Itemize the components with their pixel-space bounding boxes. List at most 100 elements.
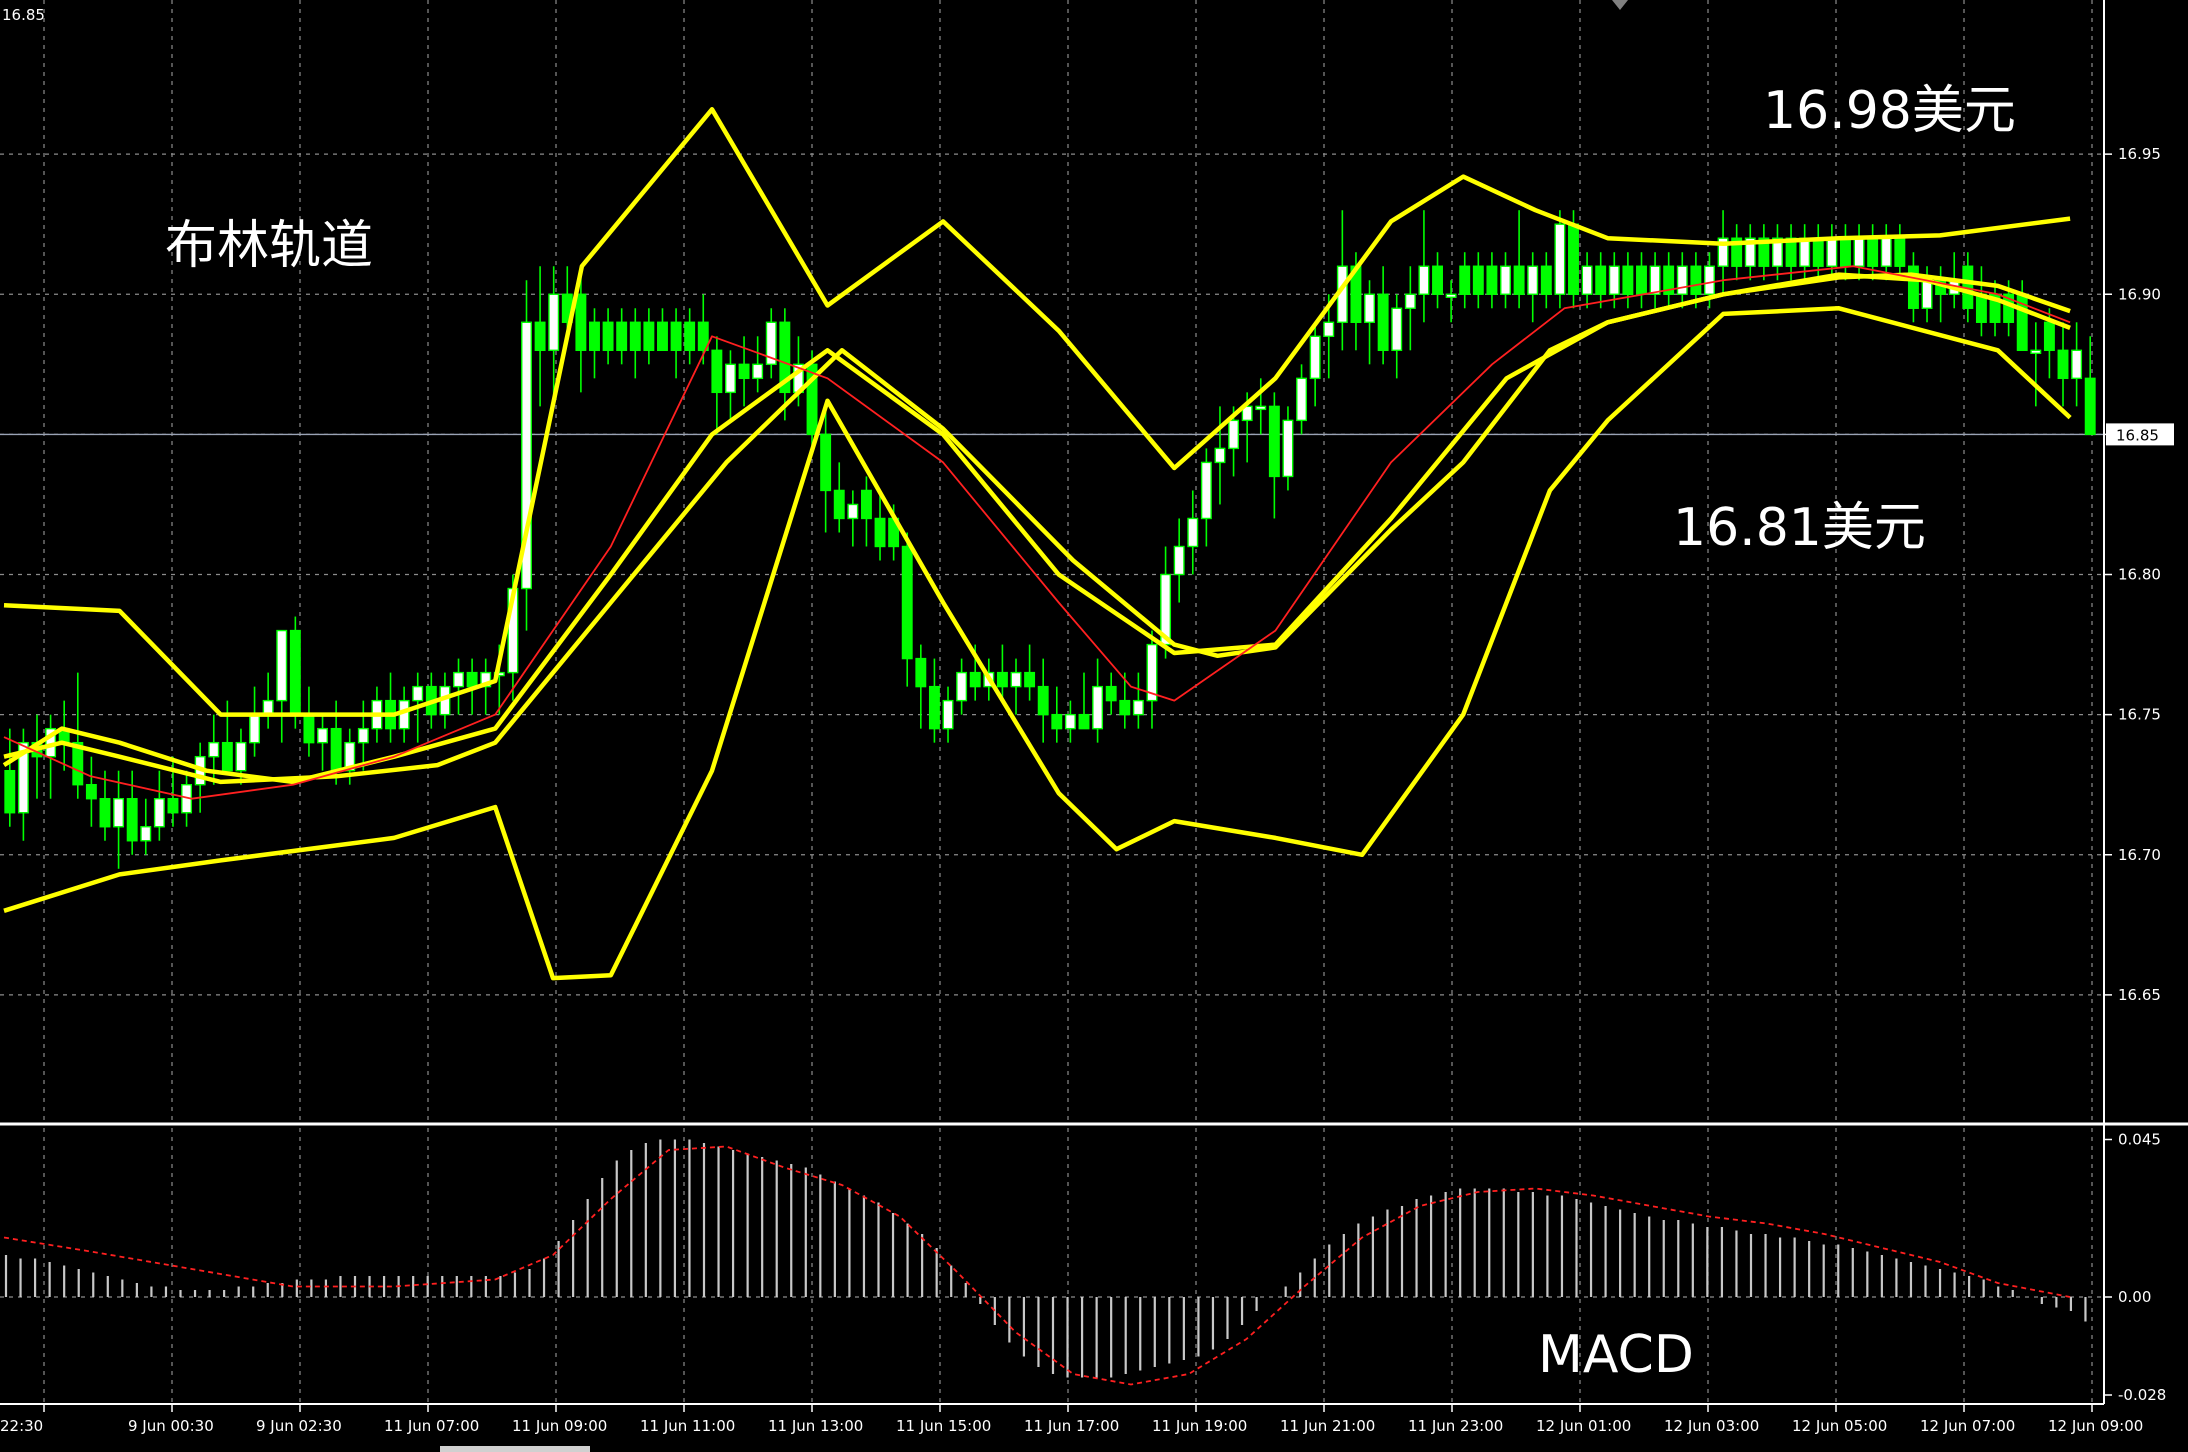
candle-bull <box>1173 545 1185 576</box>
macd-tick-label: -0.028 <box>2118 1386 2166 1404</box>
candle-bull <box>1500 265 1511 295</box>
candle-bull <box>453 671 464 688</box>
candle-bear <box>1622 265 1634 295</box>
candle-bear <box>1894 237 1906 267</box>
price-tick-label: 16.75 <box>2118 706 2161 724</box>
candle-bear <box>1472 265 1484 295</box>
bollinger-upper-line <box>3 107 2071 717</box>
candle-bear <box>1568 223 1579 295</box>
candle-bear <box>874 517 886 548</box>
candle-bull <box>752 363 764 380</box>
candle-bull <box>140 826 152 842</box>
candle-bear <box>820 433 832 492</box>
candle-bull <box>1064 713 1076 730</box>
candle-bull <box>1404 293 1416 309</box>
time-tick-label: 22:30 <box>0 1417 43 1435</box>
candle-bear <box>684 321 696 352</box>
bottom-scrollbar <box>440 1446 590 1452</box>
candle-bull <box>725 363 736 394</box>
chart-canvas: 16.95 16.90 16.80 16.75 16.70 16.65 16.85 16.85… <box>0 0 2188 1452</box>
candle-bull <box>357 727 369 744</box>
price-grid <box>0 0 2104 1121</box>
macd-histogram <box>4 1139 2087 1378</box>
candle-bull <box>1799 237 1811 267</box>
candle-bull <box>1554 223 1566 295</box>
candle-bull <box>1092 685 1104 730</box>
price-tick-label: 16.65 <box>2118 986 2161 1004</box>
candle-bear <box>589 321 600 352</box>
current-price-label: 16.85 <box>2116 426 2159 444</box>
annotation-resistance: 16.98美元 <box>1763 81 2016 141</box>
candle-bear <box>2084 377 2096 436</box>
candle-bull <box>412 685 424 702</box>
candle-bull <box>1853 237 1865 267</box>
candle-bear <box>711 349 723 394</box>
candle-bear <box>928 685 940 730</box>
candle-bear <box>969 671 981 688</box>
candle-bull <box>1200 461 1212 520</box>
candle-bull <box>1364 293 1375 323</box>
candle-bull <box>276 629 288 702</box>
candle-bull <box>153 798 165 828</box>
candle-bear <box>2043 321 2055 352</box>
candle-bear <box>996 671 1008 688</box>
candle-bear <box>1432 265 1443 295</box>
candle-bear <box>1105 685 1117 702</box>
price-tick-label: 16.80 <box>2118 566 2161 584</box>
candle-bull <box>1649 265 1661 295</box>
time-tick-label: 11 Jun 07:00 <box>384 1417 479 1435</box>
time-tick-label: 11 Jun 17:00 <box>1024 1417 1119 1435</box>
candle-bear <box>167 798 179 814</box>
candle-bear <box>303 713 315 744</box>
candle-bear <box>466 671 478 688</box>
time-tick-label: 12 Jun 03:00 <box>1664 1417 1759 1435</box>
candle-bull <box>1921 279 1933 309</box>
candle-bull <box>235 741 247 772</box>
candle-bear <box>1037 685 1049 716</box>
time-tick-label: 9 Jun 00:30 <box>128 1417 214 1435</box>
candle-bear <box>1459 265 1471 295</box>
candle-bull <box>1527 265 1539 295</box>
time-tick-label: 12 Jun 09:00 <box>2048 1417 2143 1435</box>
candle-bull <box>208 741 220 758</box>
candle-bear <box>1268 405 1280 478</box>
candle-bear <box>860 489 872 520</box>
candle-bear <box>1377 293 1389 352</box>
annotation-support: 16.81美元 <box>1673 498 1926 558</box>
candle-bear <box>1024 671 1036 688</box>
candle-bear <box>629 321 641 352</box>
macd-tick-label: 0.00 <box>2118 1288 2151 1306</box>
time-tick-label: 11 Jun 21:00 <box>1280 1417 1375 1435</box>
candle-bull <box>1608 265 1620 295</box>
candle-bull <box>1676 265 1688 295</box>
candle-bull <box>2030 349 2042 355</box>
candle-bull <box>1323 321 1335 338</box>
candle-bull <box>1296 377 1308 422</box>
candle-bull <box>1255 405 1267 411</box>
time-tick-label: 12 Jun 01:00 <box>1536 1417 1631 1435</box>
candle-bear <box>643 321 655 352</box>
macd-signal <box>3 1145 2071 1386</box>
candle-bear <box>738 363 750 380</box>
candle-bull <box>1010 671 1022 688</box>
candle-bear <box>85 784 97 800</box>
candle-bear <box>1119 699 1131 716</box>
candle-bear <box>1690 265 1702 295</box>
price-tick-label: 16.70 <box>2118 846 2161 864</box>
scroll-marker-icon <box>1612 0 1628 10</box>
bollinger-lower-line <box>3 306 2072 981</box>
price-tick-label: 16.95 <box>2118 145 2161 163</box>
candle-bear <box>833 489 845 520</box>
candle-bear <box>915 657 927 688</box>
candle-bull <box>1391 307 1403 352</box>
candle-bear <box>1812 237 1824 267</box>
candle-bull <box>548 293 560 352</box>
candle-bull <box>847 503 859 520</box>
candle-bear <box>1839 237 1851 267</box>
candle-bull <box>1228 419 1240 450</box>
candle-bull <box>1445 293 1457 298</box>
annotation-bollinger: 布林轨道 <box>165 216 373 276</box>
candle-bull <box>1704 265 1715 295</box>
candle-bear <box>330 727 342 772</box>
candle-bear <box>657 321 668 352</box>
